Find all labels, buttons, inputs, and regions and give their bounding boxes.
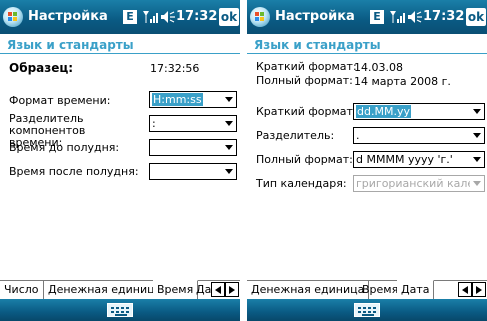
section-title: Язык и стандарты xyxy=(254,38,381,52)
chevron-down-icon xyxy=(222,116,236,131)
title-bar: Настройка E 17:32 ok xyxy=(0,0,240,34)
tab-scroll-left-button[interactable] xyxy=(458,282,472,297)
short-format-dropdown[interactable]: dd.MM.yy xyxy=(353,103,485,120)
menu-bar xyxy=(0,299,240,321)
date-settings-screen: Настройка E 17:32 ok Язык и стандарты Кр… xyxy=(247,0,487,321)
tab-scroll-right-button[interactable] xyxy=(225,282,239,297)
am-dropdown[interactable] xyxy=(149,139,237,156)
time-format-dropdown[interactable]: H:mm:ss xyxy=(149,91,237,108)
long-format-preview-value: 14 марта 2008 г. xyxy=(354,75,451,88)
ok-button[interactable]: ok xyxy=(466,8,486,26)
long-format-label: Полный формат: xyxy=(256,153,353,166)
time-format-label: Формат времени: xyxy=(9,94,111,107)
start-button[interactable] xyxy=(250,7,270,27)
tab-strip: Число Денежная единица Время Да xyxy=(0,280,240,299)
long-format-dropdown[interactable]: d MMMM yyyy 'г.' xyxy=(353,151,485,168)
section-title: Язык и стандарты xyxy=(7,38,134,52)
keyboard-icon[interactable] xyxy=(354,303,380,317)
chevron-down-icon xyxy=(222,140,236,155)
am-label: Время до полудня: xyxy=(9,141,120,154)
volume-icon[interactable] xyxy=(407,9,423,25)
short-format-label: Краткий формат: xyxy=(256,105,357,118)
chevron-down-icon xyxy=(470,176,484,191)
divider xyxy=(247,53,487,54)
chevron-down-icon xyxy=(470,128,484,143)
sample-label: Образец: xyxy=(9,61,74,75)
window-title: Настройка xyxy=(28,9,108,24)
arrow-right-icon xyxy=(229,286,235,294)
pm-dropdown[interactable] xyxy=(149,163,237,180)
windows-flag-icon xyxy=(8,12,18,22)
arrow-left-icon xyxy=(215,286,221,294)
divider xyxy=(0,53,240,54)
chevron-down-icon xyxy=(470,152,484,167)
tab-number[interactable]: Число xyxy=(0,281,44,299)
sample-value: 17:32:56 xyxy=(150,62,200,75)
short-format-preview-value: 14.03.08 xyxy=(354,61,403,74)
signal-icon[interactable] xyxy=(142,9,158,25)
tab-currency[interactable]: Денежная единица xyxy=(247,281,370,299)
long-format-preview-label: Полный формат: xyxy=(256,74,353,87)
chevron-down-icon xyxy=(470,104,484,119)
short-format-preview-label: Краткий формат: xyxy=(256,60,357,73)
tab-scroll-right-button[interactable] xyxy=(472,282,486,297)
time-separator-dropdown[interactable]: : xyxy=(149,115,237,132)
date-separator-label: Разделитель: xyxy=(256,129,335,142)
window-title: Настройка xyxy=(275,9,355,24)
arrow-right-icon xyxy=(476,286,482,294)
windows-flag-icon xyxy=(255,12,265,22)
menu-bar xyxy=(247,299,487,321)
clock[interactable]: 17:32 xyxy=(176,9,217,24)
date-separator-dropdown[interactable]: . xyxy=(353,127,485,144)
time-separator-value: : xyxy=(152,117,156,130)
edge-network-icon[interactable]: E xyxy=(370,10,384,24)
short-format-value: dd.MM.yy xyxy=(356,105,411,118)
tab-strip: Денежная единица Время Дата xyxy=(247,280,487,299)
long-format-value: d MMMM yyyy 'г.' xyxy=(356,153,453,166)
time-settings-screen: Настройка E 17:32 ok Язык и стандарты Об… xyxy=(0,0,240,321)
signal-icon[interactable] xyxy=(389,9,405,25)
start-button[interactable] xyxy=(3,7,23,27)
volume-icon[interactable] xyxy=(160,9,176,25)
edge-network-icon[interactable]: E xyxy=(123,10,137,24)
date-separator-value: . xyxy=(356,129,360,142)
chevron-down-icon xyxy=(222,92,236,107)
calendar-type-label: Тип календаря: xyxy=(256,177,347,190)
time-format-value: H:mm:ss xyxy=(152,93,203,106)
title-bar: Настройка E 17:32 ok xyxy=(247,0,487,34)
calendar-type-dropdown: григорианский кале xyxy=(353,175,485,192)
keyboard-icon[interactable] xyxy=(107,303,133,317)
chevron-down-icon xyxy=(222,164,236,179)
calendar-type-value: григорианский кале xyxy=(356,177,475,190)
tab-scroll-left-button[interactable] xyxy=(211,282,225,297)
clock[interactable]: 17:32 xyxy=(423,9,464,24)
tab-date[interactable]: Дата xyxy=(397,280,435,299)
arrow-left-icon xyxy=(462,286,468,294)
pm-label: Время после полудня: xyxy=(9,165,139,178)
tab-currency[interactable]: Денежная единица xyxy=(44,281,167,299)
ok-button[interactable]: ok xyxy=(219,8,239,26)
